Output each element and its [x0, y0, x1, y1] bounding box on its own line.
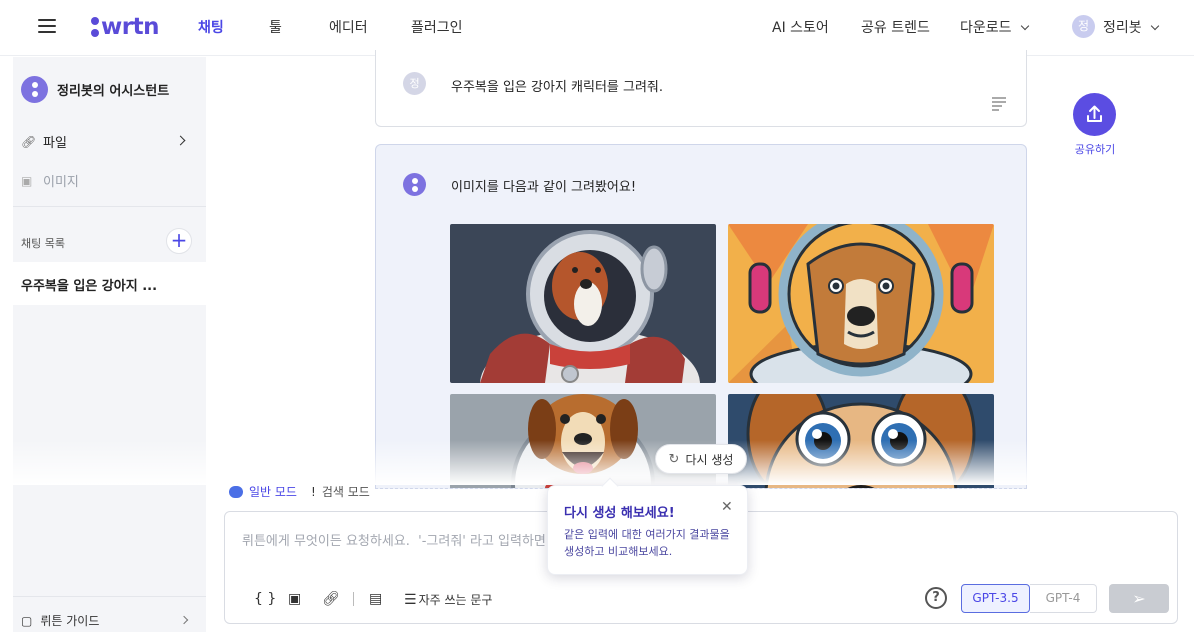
menu-icon[interactable] — [38, 19, 56, 33]
attach-icon[interactable]: 🔗︎ — [322, 591, 340, 607]
top-bar: wrtn 채팅 툴 에디터 플러그인 AI 스토어 공유 트렌드 다운로드 정 … — [0, 0, 1194, 56]
user-name: 정리봇 — [1103, 20, 1142, 36]
sidebar-item-label: 이미지 — [43, 175, 79, 190]
share-label: 공유하기 — [1074, 143, 1116, 156]
bot-message-text: 이미지를 다음과 같이 그려봤어요! — [451, 180, 637, 195]
chat-bubble-icon — [229, 485, 243, 498]
generated-image[interactable] — [728, 224, 994, 383]
refresh-icon: ↻ — [668, 451, 680, 467]
chat-list-item[interactable]: 우주복을 입은 강아지 ... — [13, 262, 206, 305]
image-upload-icon[interactable]: ▣ — [288, 591, 301, 607]
user-avatar[interactable]: 정 — [1072, 15, 1095, 38]
chat-list-label: 채팅 목록 — [21, 237, 65, 250]
nav-plugins[interactable]: 플러그인 — [411, 17, 463, 37]
nav-share-trend[interactable]: 공유 트렌드 — [861, 17, 930, 37]
logo-text: wrtn — [101, 14, 159, 40]
guide-label: 뤼튼 가이드 — [40, 614, 100, 628]
bot-message-card: 이미지를 다음과 같이 그려봤어요! — [375, 144, 1027, 489]
tooltip-body: 같은 입력에 대한 여러가지 결과물을 생성하고 비교해보세요. — [564, 528, 730, 558]
frequent-phrases-button[interactable]: ☰ 자주 쓰는 문구 — [404, 591, 492, 608]
code-icon[interactable]: { } — [254, 591, 276, 607]
list-add-icon: ☰ — [404, 591, 417, 608]
model-gpt-4[interactable]: GPT-4 — [1030, 584, 1097, 613]
scroll-fade — [0, 440, 1030, 485]
close-icon[interactable]: ✕ — [721, 499, 733, 515]
sidebar: 정리봇의 어시스턴트 🔗︎ 파일 ▣ 이미지 채팅 목록 + 우주복을 입은 강… — [13, 57, 206, 632]
tooltip-title: 다시 생성 해보세요! — [564, 506, 675, 521]
nav-download-label: 다운로드 — [960, 20, 1012, 36]
nav-ai-store[interactable]: AI 스토어 — [772, 17, 829, 37]
nav-editor[interactable]: 에디터 — [329, 17, 368, 37]
divider — [13, 596, 206, 597]
generated-image[interactable] — [450, 224, 716, 383]
sidebar-item-file[interactable]: 🔗︎ 파일 — [21, 132, 191, 152]
assistant-header[interactable]: 정리봇의 어시스턴트 — [21, 76, 169, 103]
nav-chat[interactable]: 채팅 — [198, 17, 224, 37]
user-message-text: 우주복을 입은 강아지 캐릭터를 그려줘. — [451, 80, 664, 95]
user-message-avatar: 정 — [403, 72, 426, 95]
nav-download[interactable]: 다운로드 — [960, 17, 1029, 37]
send-button[interactable]: ➢ — [1109, 584, 1169, 613]
bot-avatar — [403, 173, 426, 196]
regenerate-label: 다시 생성 — [685, 452, 734, 467]
send-icon: ➢ — [1132, 589, 1146, 608]
nav-tools[interactable]: 툴 — [269, 17, 282, 37]
user-menu[interactable]: 정리봇 — [1103, 17, 1159, 37]
sidebar-item-label: 파일 — [43, 136, 67, 151]
user-message-card: 정 우주복을 입은 강아지 캐릭터를 그려줘. — [375, 50, 1027, 127]
add-chat-button[interactable]: + — [166, 228, 192, 254]
assistant-avatar — [21, 76, 48, 103]
mode-general[interactable]: 일반 모드 — [229, 483, 297, 500]
regenerate-tooltip: 다시 생성 해보세요! ✕ 같은 입력에 대한 여러가지 결과물을 생성하고 비… — [547, 485, 748, 575]
logo[interactable]: wrtn — [91, 12, 159, 42]
sidebar-item-image[interactable]: ▣ 이미지 — [21, 171, 79, 191]
image-icon: ▣ — [21, 173, 33, 188]
paperclip-icon: 🔗︎ — [21, 134, 37, 149]
frequent-phrases-label: 자주 쓰는 문구 — [418, 593, 493, 607]
help-icon[interactable]: ? — [925, 587, 947, 609]
chevron-right-icon — [179, 615, 189, 625]
assistant-name: 정리봇의 어시스턴트 — [57, 84, 170, 99]
upload-icon — [1087, 105, 1102, 122]
logo-dots-icon — [91, 17, 99, 37]
layout-icon[interactable]: ▤ — [369, 591, 382, 607]
mode-search[interactable]: ! 검색 모드 — [311, 483, 370, 500]
exclamation-icon: ! — [311, 485, 316, 499]
mode-general-label: 일반 모드 — [249, 485, 297, 499]
divider — [13, 206, 206, 207]
regenerate-button[interactable]: ↻ 다시 생성 — [655, 444, 747, 474]
toolbar-divider — [353, 592, 354, 606]
mode-search-label: 검색 모드 — [321, 485, 370, 499]
share-button[interactable] — [1073, 93, 1116, 136]
guide-link[interactable]: ▢ 뤼튼 가이드 — [21, 612, 99, 629]
model-gpt-3-5[interactable]: GPT-3.5 — [961, 584, 1030, 613]
chevron-down-icon — [1020, 21, 1029, 31]
add-to-phrases-icon[interactable] — [992, 97, 1010, 111]
book-icon: ▢ — [21, 613, 33, 628]
model-selector: GPT-3.5 GPT-4 — [961, 584, 1097, 613]
chevron-down-icon — [1150, 21, 1159, 31]
